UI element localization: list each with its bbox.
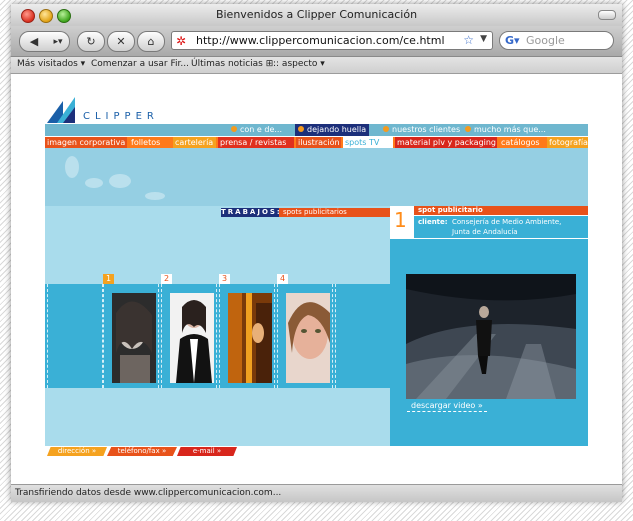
detail-number: 1: [394, 208, 407, 232]
thumbnail-3-image: [228, 293, 272, 383]
url-dropdown-icon[interactable]: ▼: [480, 34, 487, 44]
detail-info: cliente: Consejería de Medio Ambiente, J…: [414, 216, 588, 238]
thumb-number-3[interactable]: 3: [219, 274, 230, 284]
bookmark-getting-started[interactable]: Comenzar a usar Fir...: [91, 59, 189, 69]
bullet-icon: [231, 126, 237, 132]
home-icon: ⌂: [147, 35, 155, 48]
url-bar[interactable]: ✲ http://www.clippercomunicacion.com/ce.…: [171, 31, 493, 50]
thumb-number-4[interactable]: 4: [277, 274, 288, 284]
url-text: http://www.clippercomunicacion.com/ce.ht…: [196, 34, 445, 47]
category-nav: imagen corporativa folletos cartelería p…: [45, 137, 588, 148]
search-box[interactable]: G▾ Google: [499, 31, 614, 50]
reload-button[interactable]: ↻: [77, 31, 105, 52]
thumbnail-4[interactable]: [286, 293, 330, 383]
detail-title: spot publicitario: [414, 206, 588, 215]
window-title: Bienvenidos a Clipper Comunicación: [215, 8, 418, 21]
cat-spots-tv[interactable]: spots TV: [343, 137, 393, 148]
nav-mucho-mas[interactable]: mucho más que...: [465, 124, 546, 136]
nav-con-e-de[interactable]: con e de...: [231, 124, 282, 136]
footer-telefono[interactable]: teléfono/fax »: [107, 447, 177, 456]
forward-button[interactable]: ▸▾: [47, 31, 70, 52]
status-bar: Transfiriendo datos desde www.clippercom…: [11, 484, 622, 502]
status-text: Transfiriendo datos desde www.clippercom…: [15, 488, 282, 498]
nav-dejando-huella[interactable]: dejando huella: [295, 124, 370, 136]
thumbnail-3[interactable]: [228, 293, 272, 383]
bookmark-star-icon[interactable]: ☆: [463, 33, 474, 47]
thumbnail-1-image: [112, 293, 156, 383]
client-value-line1: Consejería de Medio Ambiente,: [452, 218, 562, 226]
nav-nuestros-clientes[interactable]: nuestros clientes: [383, 124, 460, 136]
cat-folletos[interactable]: folletos: [129, 137, 171, 148]
bookmark-aspecto[interactable]: :: aspecto ▾: [273, 59, 325, 69]
thumb-frame-empty-right: [335, 284, 391, 388]
clipper-logo-icon[interactable]: [47, 97, 77, 123]
logo-text: CLIPPER: [83, 111, 159, 122]
top-nav: con e de... dejando huella nuestros clie…: [45, 124, 588, 136]
title-bar: Bienvenidos a Clipper Comunicación: [11, 4, 622, 27]
back-arrow-icon: ◀: [29, 35, 39, 48]
download-video-link[interactable]: descargar video »: [407, 401, 487, 412]
navigation-toolbar: ◀ ▸▾ ↻ ✕ ⌂ ✲ http://www.clippercomunicac…: [11, 26, 622, 57]
google-icon[interactable]: G▾: [505, 34, 520, 47]
cat-ilustracion[interactable]: ilustración: [296, 137, 341, 148]
thumbnail-4-image: [286, 293, 330, 383]
client-value-line2: Junta de Andalucía: [452, 228, 518, 236]
cat-fotografia[interactable]: fotografía: [547, 137, 588, 148]
cat-catalogos[interactable]: catálogos: [499, 137, 545, 148]
toolbar-toggle-button[interactable]: [598, 10, 616, 20]
thumb-frame-empty-left: [47, 284, 103, 388]
cat-imagen-corporativa[interactable]: imagen corporativa: [45, 137, 127, 148]
footer-direccion[interactable]: dirección »: [47, 447, 107, 456]
bullet-icon: [383, 126, 389, 132]
bookmark-most-visited[interactable]: Más visitados ▾: [17, 59, 85, 69]
stop-icon: ✕: [116, 35, 126, 48]
forward-arrow-icon: ▸▾: [53, 36, 63, 47]
web-content: CLIPPER con e de... dejando huella nuest…: [11, 74, 622, 484]
video-player[interactable]: [406, 274, 576, 399]
reload-icon: ↻: [86, 35, 96, 48]
thumb-number-2[interactable]: 2: [161, 274, 172, 284]
back-button[interactable]: ◀: [19, 31, 49, 52]
thumbnail-2-image: [170, 293, 214, 383]
cat-material-plv[interactable]: material plv y packaging: [395, 137, 497, 148]
header-band: [45, 148, 588, 206]
bullet-icon: [465, 126, 471, 132]
bookmarks-bar: Más visitados ▾ Comenzar a usar Fir... Ú…: [11, 57, 622, 74]
bookmark-latest-news[interactable]: Últimas noticias ⊞: [191, 59, 273, 69]
stop-button[interactable]: ✕: [107, 31, 135, 52]
footer-email[interactable]: e-mail »: [177, 447, 237, 456]
site-favicon-icon: ✲: [176, 34, 187, 48]
cat-prensa-revistas[interactable]: prensa / revistas: [218, 137, 294, 148]
cat-carteleria[interactable]: cartelería: [173, 137, 216, 148]
works-value: spots publicitarios: [279, 208, 391, 217]
bullet-icon: [298, 126, 304, 132]
video-frame-image: [406, 274, 576, 399]
home-button[interactable]: ⌂: [137, 31, 165, 52]
thumb-number-1[interactable]: 1: [103, 274, 114, 284]
browser-window: Bienvenidos a Clipper Comunicación ◀ ▸▾ …: [11, 4, 622, 502]
client-label: cliente:: [418, 218, 448, 226]
thumbnail-1[interactable]: [112, 293, 156, 383]
thumbnail-2[interactable]: [170, 293, 214, 383]
works-label: TRABAJOS:: [221, 208, 282, 217]
search-placeholder: Google: [526, 34, 565, 47]
